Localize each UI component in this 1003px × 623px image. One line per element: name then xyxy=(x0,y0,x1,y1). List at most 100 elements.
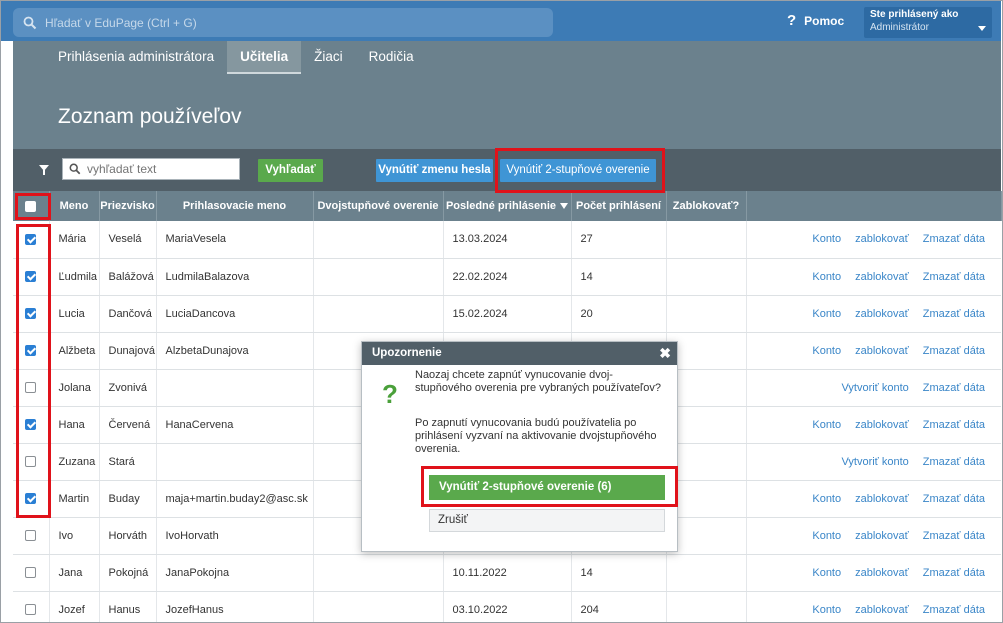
delete-data-link[interactable]: Zmazať dáta xyxy=(923,604,985,616)
login-count-cell: 14 xyxy=(571,258,667,296)
tab-admin-logins[interactable]: Prihlásenia administrátora xyxy=(45,41,227,74)
actions-cell: Konto zablokovať Zmazať dáta xyxy=(746,554,1001,592)
login-cell: MariaVesela xyxy=(156,221,314,259)
actions-cell: Vytvoriť konto Zmazať dáta xyxy=(746,369,1001,407)
sort-desc-icon xyxy=(560,203,569,210)
last-name-cell: Pokojná xyxy=(99,554,157,592)
first-name-cell: Jozef xyxy=(49,591,100,623)
delete-data-link[interactable]: Zmazať dáta xyxy=(923,233,985,245)
force-password-change-button[interactable]: Vynútiť zmenu hesla xyxy=(376,159,493,182)
close-icon[interactable]: ✖ xyxy=(659,342,671,365)
delete-data-link[interactable]: Zmazať dáta xyxy=(923,456,985,468)
login-cell: LudmilaBalazova xyxy=(156,258,314,296)
col-first-name[interactable]: Meno xyxy=(49,191,100,221)
block-link[interactable]: zablokovať xyxy=(855,604,909,616)
row-select-cell[interactable] xyxy=(13,517,50,555)
account-link[interactable]: Konto xyxy=(812,493,841,505)
actions-cell: Konto zablokovať Zmazať dáta xyxy=(746,221,1001,259)
table-row[interactable]: Ľudmila Balážová LudmilaBalazova 22.02.2024… xyxy=(13,258,1001,296)
row-checkbox[interactable] xyxy=(25,567,37,579)
login-cell: maja+martin.buday2@asc.sk xyxy=(156,480,314,518)
row-checkbox[interactable] xyxy=(25,604,37,616)
login-cell: HanaCervena xyxy=(156,406,314,444)
delete-data-link[interactable]: Zmazať dáta xyxy=(923,271,985,283)
account-link[interactable]: Konto xyxy=(812,567,841,579)
highlight-force-2fa xyxy=(495,148,665,193)
col-block[interactable]: Zablokovať? xyxy=(666,191,747,221)
last-login-cell: 15.02.2024 xyxy=(443,295,572,333)
account-link[interactable]: Konto xyxy=(812,271,841,283)
2fa-cell xyxy=(313,591,444,623)
account-link[interactable]: Konto xyxy=(812,419,841,431)
delete-data-link[interactable]: Zmazať dáta xyxy=(923,345,985,357)
global-search-input[interactable] xyxy=(45,15,525,30)
col-login[interactable]: Prihlasovacie meno xyxy=(156,191,314,221)
login-cell xyxy=(156,369,314,407)
last-name-cell: Červená xyxy=(99,406,157,444)
delete-data-link[interactable]: Zmazať dáta xyxy=(923,308,985,320)
question-icon: ? xyxy=(382,379,398,409)
search-button[interactable]: Vyhľadať xyxy=(258,159,323,182)
table-header-row: Meno Priezvisko Prihlasovacie meno Dvojs… xyxy=(13,191,1002,221)
block-link[interactable]: zablokovať xyxy=(855,567,909,579)
table-search[interactable] xyxy=(62,158,240,180)
table-row[interactable]: Lucia Dančová LuciaDancova 15.02.2024 20 Kont… xyxy=(13,295,1001,333)
tab-students[interactable]: Žiaci xyxy=(301,41,356,74)
help-link[interactable]: ? Pomoc xyxy=(787,12,844,29)
row-select-cell[interactable] xyxy=(13,554,50,592)
col-2fa[interactable]: Dvojstupňové overenie xyxy=(313,191,444,221)
block-link[interactable]: zablokovať xyxy=(855,271,909,283)
actions-cell: Konto zablokovať Zmazať dáta xyxy=(746,591,1001,623)
block-link[interactable]: zablokovať xyxy=(855,493,909,505)
tab-teachers[interactable]: Učitelia xyxy=(227,41,302,74)
col-last-name[interactable]: Priezvisko xyxy=(99,191,157,221)
login-cell: AlzbetaDunajova xyxy=(156,332,314,370)
first-name-cell: Zuzana xyxy=(49,443,100,481)
block-link[interactable]: zablokovať xyxy=(855,233,909,245)
block-link[interactable]: zablokovať xyxy=(855,308,909,320)
2fa-cell xyxy=(313,221,444,259)
first-name-cell: Jolana xyxy=(49,369,100,407)
delete-data-link[interactable]: Zmazať dáta xyxy=(923,567,985,579)
tab-parents[interactable]: Rodičia xyxy=(356,41,427,74)
account-link[interactable]: Konto xyxy=(812,530,841,542)
global-search[interactable] xyxy=(13,8,553,37)
account-link[interactable]: Konto xyxy=(812,233,841,245)
account-link[interactable]: Konto xyxy=(812,345,841,357)
filter-icon[interactable] xyxy=(39,165,49,175)
col-last-login[interactable]: Posledné prihlásenie xyxy=(443,191,572,221)
account-link[interactable]: Konto xyxy=(812,308,841,320)
2fa-cell xyxy=(313,295,444,333)
block-link[interactable]: zablokovať xyxy=(855,530,909,542)
create-account-link[interactable]: Vytvoriť konto xyxy=(841,456,908,468)
login-count-cell: 27 xyxy=(571,221,667,259)
dialog-title: Upozornenie xyxy=(372,347,442,359)
login-cell: LuciaDancova xyxy=(156,295,314,333)
last-name-cell: Horváth xyxy=(99,517,157,555)
table-row[interactable]: Mária Veselá MariaVesela 13.03.2024 27 Konto z… xyxy=(13,221,1001,259)
user-menu[interactable]: Ste prihlásený ako Administrátor xyxy=(864,7,992,38)
delete-data-link[interactable]: Zmazať dáta xyxy=(923,493,985,505)
account-link[interactable]: Konto xyxy=(812,604,841,616)
row-select-cell[interactable] xyxy=(13,591,50,623)
block-link[interactable]: zablokovať xyxy=(855,345,909,357)
user-label: Ste prihlásený ako xyxy=(870,9,959,20)
search-icon xyxy=(69,163,81,175)
block-cell xyxy=(666,221,747,259)
col-login-count[interactable]: Počet prihlásení xyxy=(571,191,667,221)
highlight-checkboxes xyxy=(16,224,51,518)
table-search-input[interactable] xyxy=(87,162,237,176)
user-role: Administrátor xyxy=(870,22,929,33)
create-account-link[interactable]: Vytvoriť konto xyxy=(841,382,908,394)
table-row[interactable]: Jozef Hanus JozefHanus 03.10.2022 204 Konto za… xyxy=(13,591,1001,623)
delete-data-link[interactable]: Zmazať dáta xyxy=(923,419,985,431)
row-checkbox[interactable] xyxy=(25,530,37,542)
last-name-cell: Stará xyxy=(99,443,157,481)
delete-data-link[interactable]: Zmazať dáta xyxy=(923,382,985,394)
table-row[interactable]: Jana Pokojná JanaPokojna 10.11.2022 14 Konto z… xyxy=(13,554,1001,592)
page-header: Prihlásenia administrátora Učitelia Žiac… xyxy=(13,41,1001,149)
delete-data-link[interactable]: Zmazať dáta xyxy=(923,530,985,542)
first-name-cell: Jana xyxy=(49,554,100,592)
block-link[interactable]: zablokovať xyxy=(855,419,909,431)
cancel-button[interactable]: Zrušiť xyxy=(429,509,665,532)
